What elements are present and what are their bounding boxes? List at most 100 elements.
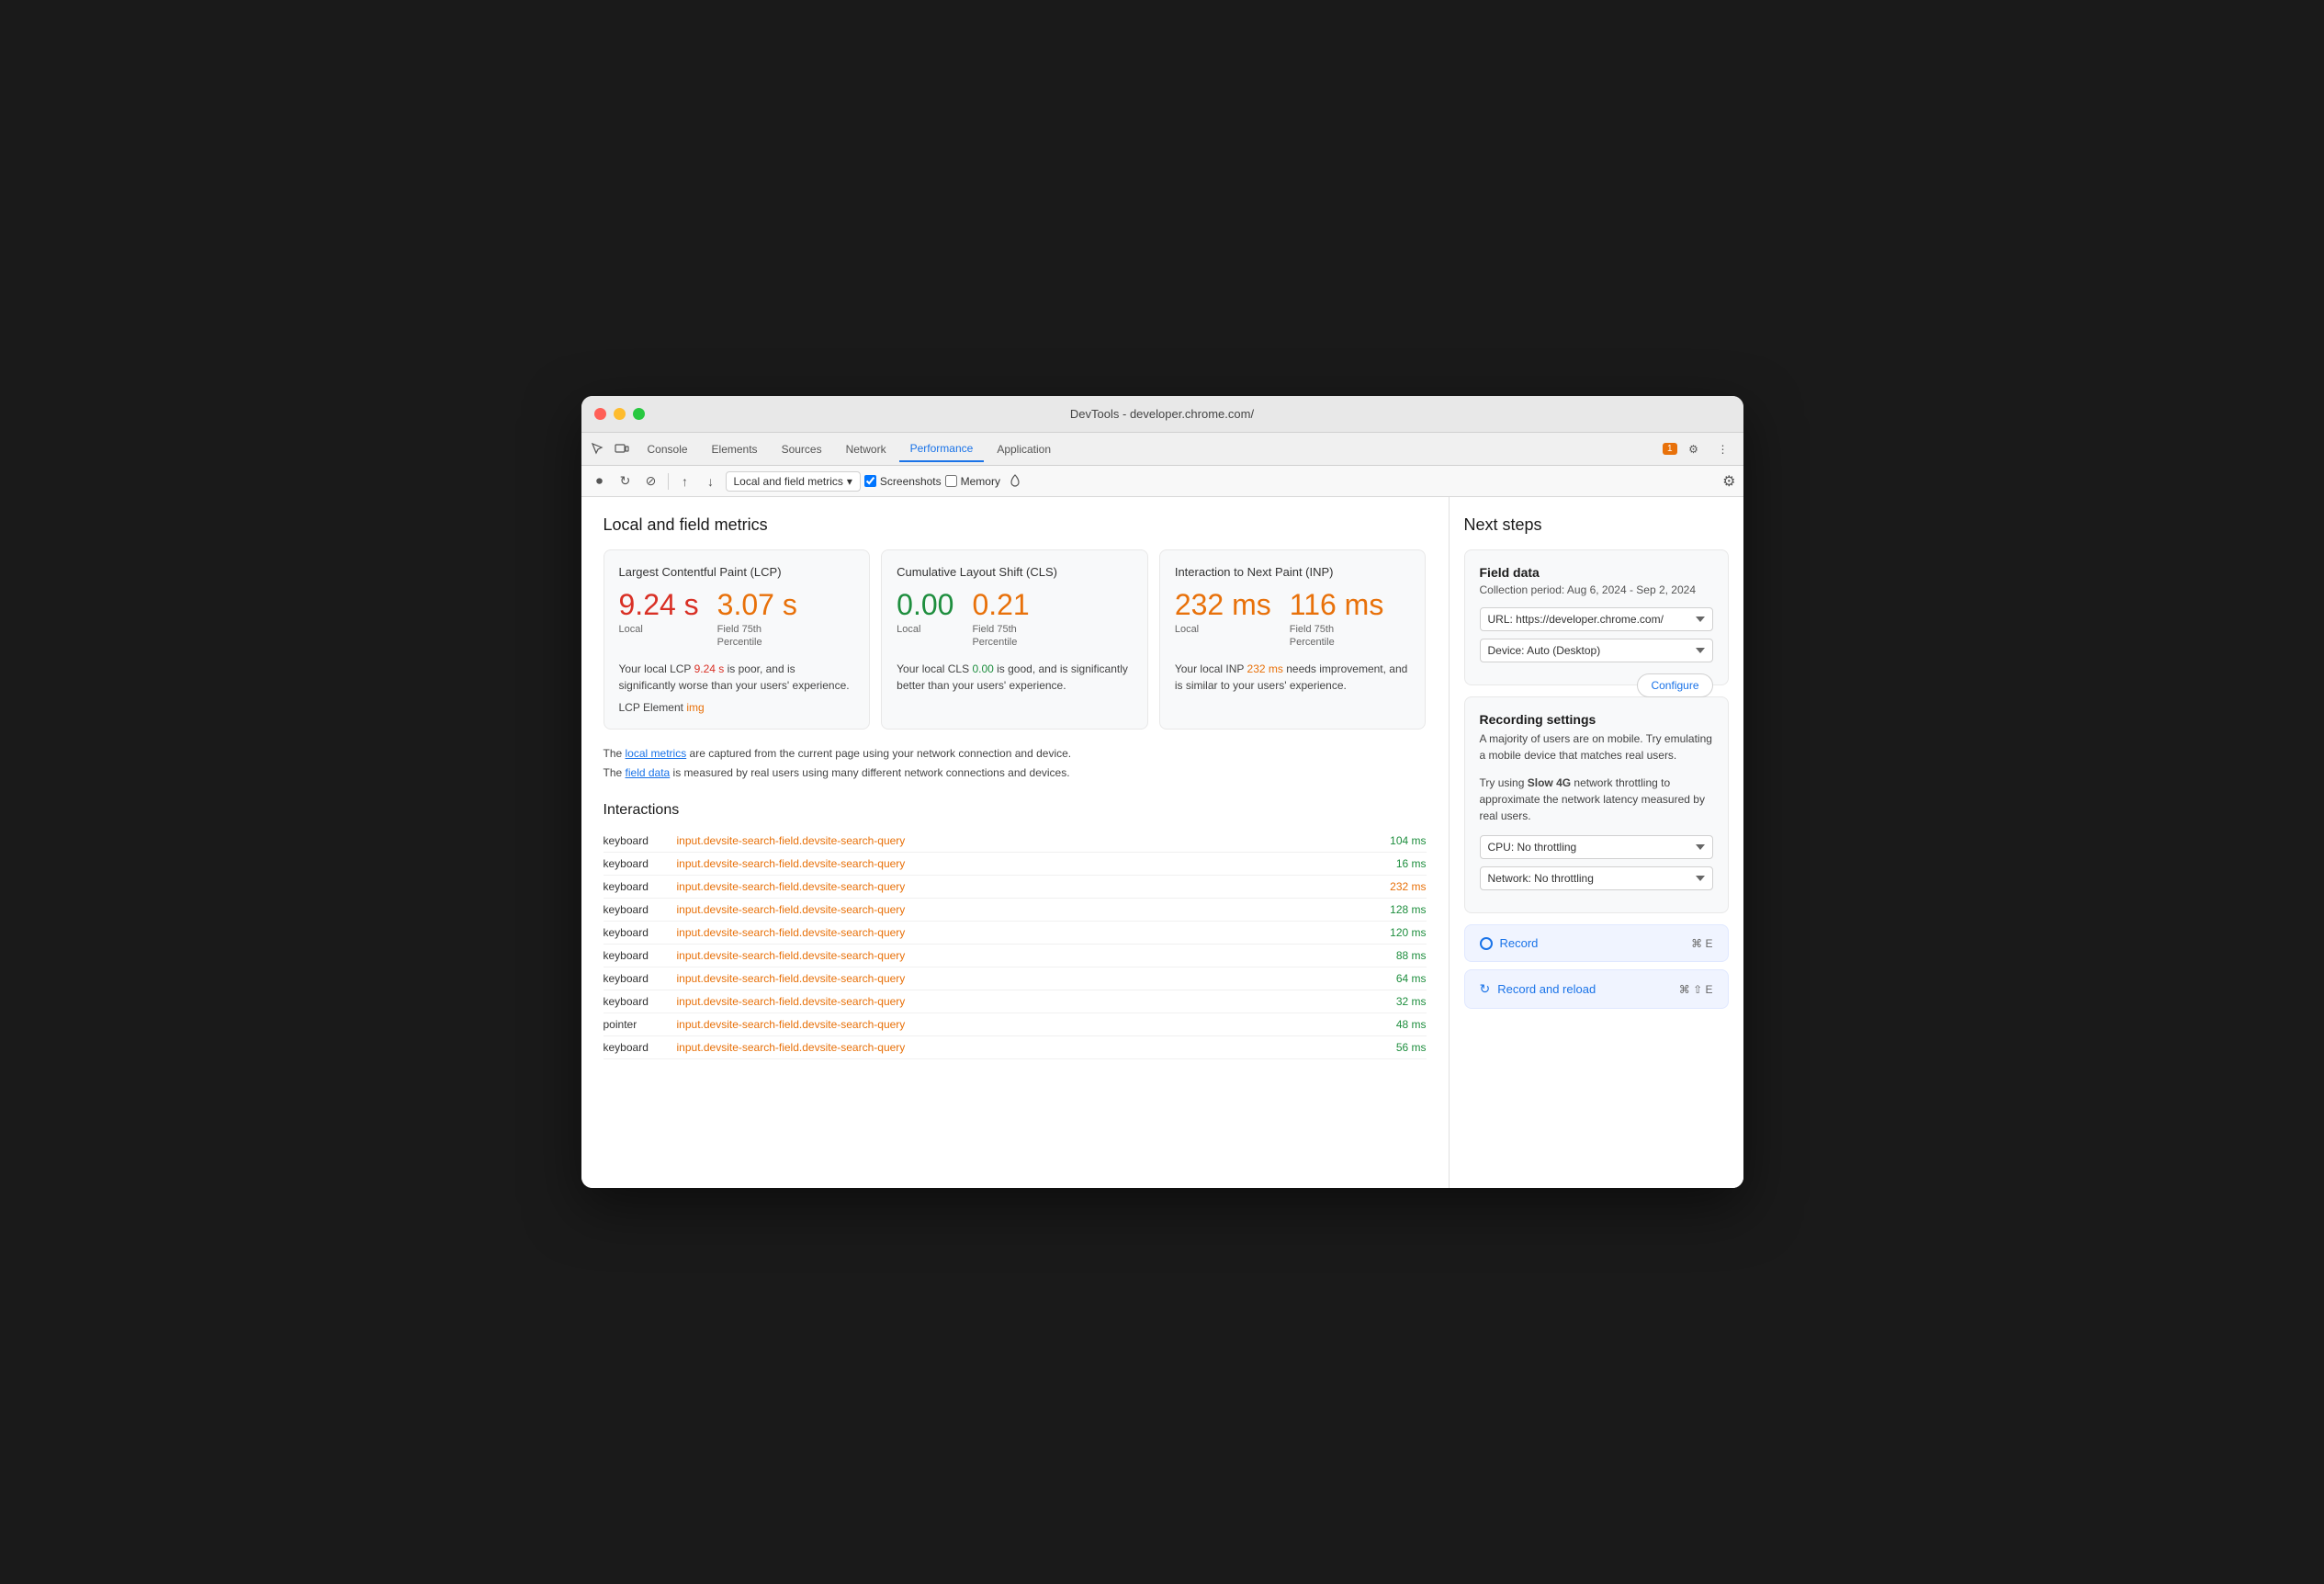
recording-settings-title: Recording settings <box>1480 712 1713 727</box>
right-panel: Next steps Field data Collection period:… <box>1450 497 1743 1188</box>
configure-button[interactable]: Configure <box>1637 673 1712 697</box>
inp-field-group: 116 ms Field 75thPercentile <box>1290 590 1384 650</box>
screenshots-label: Screenshots <box>880 475 942 488</box>
inp-local-group: 232 ms Local <box>1175 590 1271 636</box>
screenshots-checkbox[interactable] <box>864 475 876 487</box>
local-metrics-link[interactable]: local metrics <box>626 747 687 760</box>
cls-card: Cumulative Layout Shift (CLS) 0.00 Local… <box>881 549 1148 730</box>
interaction-row: keyboardinput.devsite-search-field.devsi… <box>604 1036 1427 1059</box>
interaction-row: keyboardinput.devsite-search-field.devsi… <box>604 830 1427 853</box>
interaction-element[interactable]: input.devsite-search-field.devsite-searc… <box>677 1041 1353 1054</box>
interaction-element[interactable]: input.devsite-search-field.devsite-searc… <box>677 926 1353 939</box>
interaction-time: 56 ms <box>1353 1041 1427 1054</box>
interaction-element[interactable]: input.devsite-search-field.devsite-searc… <box>677 949 1353 962</box>
lcp-title: Largest Contentful Paint (LCP) <box>619 565 855 579</box>
flame-icon[interactable] <box>1004 470 1026 492</box>
memory-checkbox[interactable] <box>945 475 957 487</box>
interaction-type: keyboard <box>604 972 677 985</box>
lcp-field-group: 3.07 s Field 75thPercentile <box>717 590 797 650</box>
interaction-row: keyboardinput.devsite-search-field.devsi… <box>604 967 1427 990</box>
interaction-time: 48 ms <box>1353 1018 1427 1031</box>
interaction-row: keyboardinput.devsite-search-field.devsi… <box>604 899 1427 922</box>
record-dot-icon <box>1480 937 1493 950</box>
cls-local-value: 0.00 <box>897 590 953 619</box>
lcp-desc-highlight: 9.24 s <box>694 662 725 675</box>
screenshots-checkbox-group: Screenshots <box>864 475 942 488</box>
inp-field-label: Field 75thPercentile <box>1290 623 1384 650</box>
interaction-element[interactable]: input.devsite-search-field.devsite-searc… <box>677 834 1353 847</box>
record-circle-icon[interactable]: ⏺ <box>589 470 611 492</box>
recording-desc-1: A majority of users are on mobile. Try e… <box>1480 730 1713 764</box>
interaction-type: keyboard <box>604 926 677 939</box>
upload-icon[interactable]: ↑ <box>674 470 696 492</box>
mode-dropdown[interactable]: Local and field metrics ▾ <box>726 471 861 492</box>
cls-field-group: 0.21 Field 75thPercentile <box>972 590 1029 650</box>
tab-sources[interactable]: Sources <box>771 437 833 461</box>
interaction-row: pointerinput.devsite-search-field.devsit… <box>604 1013 1427 1036</box>
interaction-row: keyboardinput.devsite-search-field.devsi… <box>604 945 1427 967</box>
download-icon[interactable]: ↓ <box>700 470 722 492</box>
tab-elements[interactable]: Elements <box>701 437 769 461</box>
more-icon[interactable]: ⋮ <box>1714 440 1732 458</box>
interaction-element[interactable]: input.devsite-search-field.devsite-searc… <box>677 857 1353 870</box>
interaction-type: pointer <box>604 1018 677 1031</box>
cpu-select[interactable]: CPU: No throttling <box>1480 835 1713 859</box>
interaction-time: 88 ms <box>1353 949 1427 962</box>
cls-local-label: Local <box>897 623 953 636</box>
section-title: Local and field metrics <box>604 515 1427 535</box>
refresh-icon[interactable]: ↻ <box>615 470 637 492</box>
interaction-element[interactable]: input.devsite-search-field.devsite-searc… <box>677 995 1353 1008</box>
record-left: Record <box>1480 936 1539 950</box>
interaction-element[interactable]: input.devsite-search-field.devsite-searc… <box>677 903 1353 916</box>
field-data-link[interactable]: field data <box>626 766 671 779</box>
tab-performance[interactable]: Performance <box>899 436 985 462</box>
lcp-card: Largest Contentful Paint (LCP) 9.24 s Lo… <box>604 549 871 730</box>
interaction-row: keyboardinput.devsite-search-field.devsi… <box>604 853 1427 876</box>
settings-icon[interactable]: ⚙ <box>1685 440 1703 458</box>
interaction-time: 120 ms <box>1353 926 1427 939</box>
maximize-button[interactable] <box>633 408 645 420</box>
memory-checkbox-group: Memory <box>945 475 1000 488</box>
inp-local-value: 232 ms <box>1175 590 1271 619</box>
inp-title: Interaction to Next Paint (INP) <box>1175 565 1411 579</box>
tab-application[interactable]: Application <box>986 437 1062 461</box>
stop-icon[interactable]: ⊘ <box>640 470 662 492</box>
lcp-field-value: 3.07 s <box>717 590 797 619</box>
cls-title: Cumulative Layout Shift (CLS) <box>897 565 1133 579</box>
lcp-element-value[interactable]: img <box>686 701 704 714</box>
lcp-values: 9.24 s Local 3.07 s Field 75thPercentile <box>619 590 855 650</box>
field-data-subtitle: Collection period: Aug 6, 2024 - Sep 2, … <box>1480 583 1713 596</box>
record-reload-shortcut: ⌘ ⇧ E <box>1679 983 1713 996</box>
inp-values: 232 ms Local 116 ms Field 75thPercentile <box>1175 590 1411 650</box>
interaction-row: keyboardinput.devsite-search-field.devsi… <box>604 922 1427 945</box>
tab-network[interactable]: Network <box>835 437 897 461</box>
close-button[interactable] <box>594 408 606 420</box>
reload-icon: ↻ <box>1480 981 1491 997</box>
content-area: Local and field metrics Largest Contentf… <box>581 497 1743 1188</box>
interaction-time: 104 ms <box>1353 834 1427 847</box>
network-select[interactable]: Network: No throttling <box>1480 866 1713 890</box>
interaction-element[interactable]: input.devsite-search-field.devsite-searc… <box>677 1018 1353 1031</box>
interaction-type: keyboard <box>604 995 677 1008</box>
cursor-icon[interactable] <box>589 440 607 458</box>
interaction-time: 232 ms <box>1353 880 1427 893</box>
cls-values: 0.00 Local 0.21 Field 75thPercentile <box>897 590 1133 650</box>
lcp-local-value: 9.24 s <box>619 590 699 619</box>
interaction-time: 128 ms <box>1353 903 1427 916</box>
tab-console[interactable]: Console <box>637 437 699 461</box>
toolbar-settings-icon[interactable]: ⚙ <box>1722 472 1735 491</box>
main-panel: Local and field metrics Largest Contentf… <box>581 497 1450 1188</box>
record-label: Record <box>1500 936 1539 950</box>
divider-1 <box>668 473 669 490</box>
minimize-button[interactable] <box>614 408 626 420</box>
device-select[interactable]: Device: Auto (Desktop) <box>1480 639 1713 662</box>
url-select[interactable]: URL: https://developer.chrome.com/ <box>1480 607 1713 631</box>
interaction-element[interactable]: input.devsite-search-field.devsite-searc… <box>677 880 1353 893</box>
record-reload-button-row[interactable]: ↻ Record and reload ⌘ ⇧ E <box>1464 969 1729 1009</box>
device-icon[interactable] <box>613 440 631 458</box>
interaction-row: keyboardinput.devsite-search-field.devsi… <box>604 876 1427 899</box>
recording-settings-card: Recording settings A majority of users a… <box>1464 696 1729 913</box>
record-button-row[interactable]: Record ⌘ E <box>1464 924 1729 962</box>
record-reload-label: Record and reload <box>1497 982 1596 996</box>
interaction-element[interactable]: input.devsite-search-field.devsite-searc… <box>677 972 1353 985</box>
